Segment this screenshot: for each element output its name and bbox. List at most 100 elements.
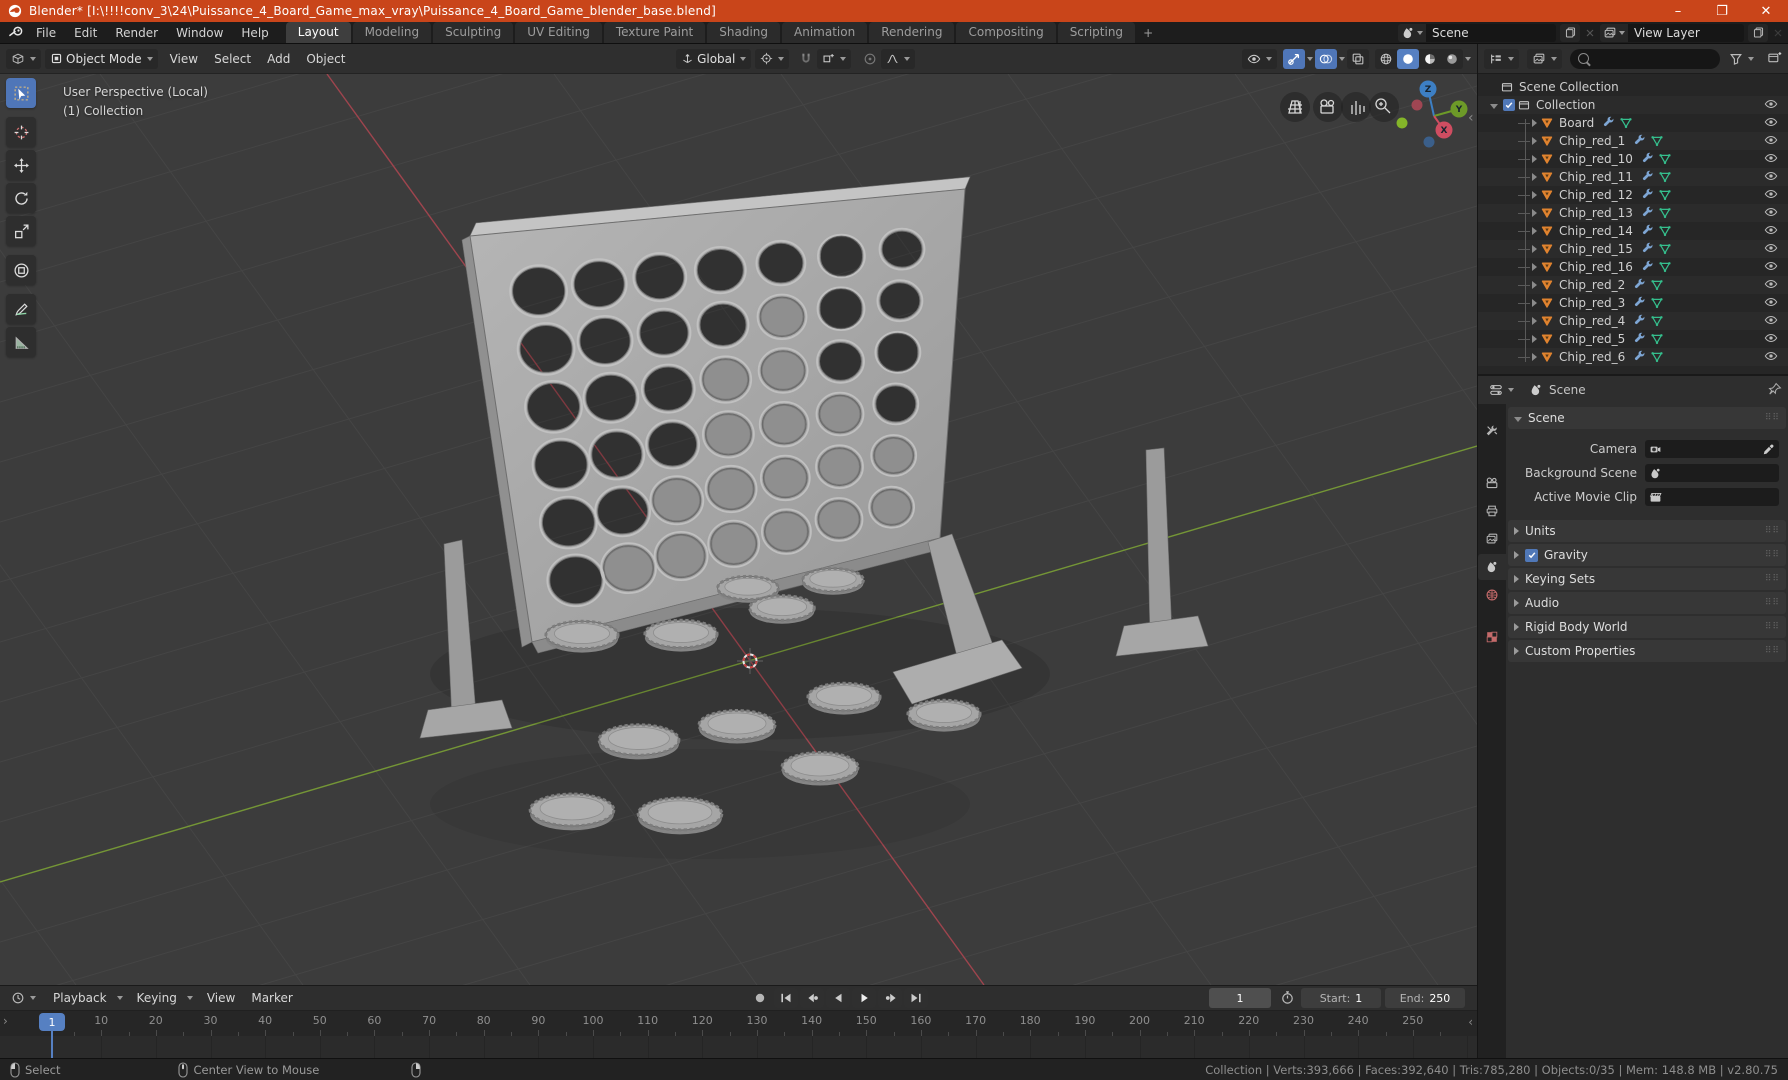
viewport-menu-view[interactable]: View — [162, 52, 206, 66]
expand-icon[interactable] — [1532, 263, 1537, 271]
pin-icon[interactable] — [1768, 382, 1782, 399]
record-button[interactable] — [748, 988, 772, 1008]
show-gizmo-toggle[interactable] — [1283, 48, 1305, 69]
menu-edit[interactable]: Edit — [65, 22, 106, 43]
tab-layout[interactable]: Layout — [285, 22, 351, 43]
scene-name-field[interactable]: Scene — [1426, 23, 1556, 42]
gravity-checkbox[interactable] — [1525, 548, 1538, 562]
shading-rendered-button[interactable] — [1441, 49, 1463, 69]
hide-toggle-eye-icon[interactable] — [1764, 241, 1778, 255]
tab-texture-paint[interactable]: Texture Paint — [603, 22, 706, 43]
hide-toggle-eye-icon[interactable] — [1764, 223, 1778, 237]
properties-editor-type-button[interactable] — [1484, 380, 1519, 400]
current-frame-field[interactable]: 1 — [1209, 988, 1271, 1008]
hide-toggle-eye-icon[interactable] — [1764, 205, 1778, 219]
menu-file[interactable]: File — [27, 22, 65, 43]
maximize-button[interactable]: ❐ — [1700, 0, 1744, 22]
tab-sculpting[interactable]: Sculpting — [433, 22, 514, 43]
timeline-menu-marker[interactable]: Marker — [243, 991, 300, 1005]
collection-checkbox[interactable] — [1503, 99, 1515, 111]
texture-tab[interactable] — [1478, 624, 1506, 650]
shading-solid-button[interactable] — [1397, 48, 1419, 69]
xray-toggle[interactable] — [1347, 48, 1369, 69]
render-tab[interactable] — [1478, 470, 1506, 496]
tool-rotate-button[interactable] — [6, 183, 36, 213]
playhead[interactable]: 1 — [39, 1013, 65, 1031]
expand-icon[interactable] — [1532, 191, 1537, 199]
editor-type-button[interactable] — [6, 48, 41, 69]
output-tab[interactable] — [1478, 498, 1506, 524]
tool-tab[interactable] — [1478, 418, 1506, 444]
hide-toggle-eye-icon[interactable] — [1764, 331, 1778, 345]
outliner-search-input[interactable] — [1570, 48, 1720, 69]
tab-scripting[interactable]: Scripting — [1057, 22, 1136, 43]
section-units[interactable]: Units ⠿⠿ — [1508, 520, 1786, 542]
play-button[interactable] — [852, 988, 876, 1008]
expand-icon[interactable] — [1532, 137, 1537, 145]
blender-menu-icon[interactable] — [0, 22, 27, 43]
view-layer-name-field[interactable]: View Layer — [1628, 23, 1744, 42]
viewport-3d[interactable]: Object Mode View Select Add Object Global — [0, 44, 1477, 985]
outliner-row-scene-collection[interactable]: Scene Collection — [1478, 78, 1788, 96]
tool-annotate-button[interactable] — [6, 294, 36, 324]
expand-icon[interactable] — [1532, 335, 1537, 343]
outliner-filter-dropdown[interactable] — [1527, 48, 1562, 69]
eyedropper-icon[interactable] — [1762, 443, 1775, 456]
outliner-funnel-dropdown[interactable] — [1724, 49, 1759, 69]
tab-animation[interactable]: Animation — [782, 22, 868, 43]
expand-icon[interactable] — [1532, 209, 1537, 217]
frame-start-field[interactable]: Start: 1 — [1301, 988, 1381, 1008]
tab-compositing[interactable]: Compositing — [956, 22, 1056, 43]
close-button[interactable]: ✕ — [1744, 0, 1788, 22]
tool-move-button[interactable] — [6, 150, 36, 180]
viewport-menu-add[interactable]: Add — [259, 52, 298, 66]
axis-neg-y-ball[interactable] — [1396, 117, 1408, 129]
view-layer-tab[interactable] — [1478, 526, 1506, 552]
tab-rendering[interactable]: Rendering — [869, 22, 955, 43]
section-keying-sets[interactable]: Keying Sets ⠿⠿ — [1508, 568, 1786, 590]
hide-toggle-eye-icon[interactable] — [1764, 133, 1778, 147]
section-rigid-body-world[interactable]: Rigid Body World ⠿⠿ — [1508, 616, 1786, 638]
frame-end-field[interactable]: End: 250 — [1385, 988, 1465, 1008]
falloff-dropdown[interactable] — [881, 48, 916, 69]
timeline-menu-view[interactable]: View — [199, 991, 243, 1005]
prev-keyframe-button[interactable] — [800, 988, 824, 1008]
timeline-expand-icon[interactable]: › — [3, 1014, 8, 1028]
shading-wireframe-button[interactable] — [1375, 49, 1397, 69]
remove-view-layer-icon[interactable] — [1772, 27, 1784, 39]
expand-icon[interactable] — [1532, 299, 1537, 307]
ruler-collapse-icon[interactable]: ‹ — [1468, 1015, 1473, 1029]
timeline-editor-type-button[interactable] — [6, 988, 41, 1008]
field-active-movie-clip[interactable] — [1645, 488, 1779, 506]
timeline-menu-keying[interactable]: Keying — [129, 991, 185, 1005]
viewport-menu-object[interactable]: Object — [298, 52, 353, 66]
view-layer-selector[interactable]: View Layer — [1600, 23, 1744, 42]
new-scene-button[interactable] — [1560, 23, 1580, 42]
transform-orientation-dropdown[interactable]: Global — [676, 48, 752, 69]
expand-icon[interactable] — [1532, 173, 1537, 181]
hide-toggle-eye-icon[interactable] — [1764, 169, 1778, 183]
nav-zoom-button[interactable] — [1369, 92, 1399, 122]
timeline-menu-playback[interactable]: Playback — [45, 991, 115, 1005]
unlink-scene-icon[interactable] — [1584, 27, 1596, 39]
viewport-menu-select[interactable]: Select — [206, 52, 259, 66]
play-reverse-button[interactable] — [826, 988, 850, 1008]
scene-tab[interactable] — [1478, 554, 1506, 580]
world-tab[interactable] — [1478, 582, 1506, 608]
section-custom-properties[interactable]: Custom Properties ⠿⠿ — [1508, 640, 1786, 662]
tool-scale-button[interactable] — [6, 216, 36, 246]
section-scene[interactable]: Scene ⠿⠿ — [1508, 407, 1786, 429]
section-gravity[interactable]: Gravity ⠿⠿ — [1508, 544, 1786, 566]
expand-icon[interactable] — [1532, 155, 1537, 163]
expand-icon[interactable] — [1532, 353, 1537, 361]
proportional-edit-toggle[interactable] — [859, 49, 881, 69]
new-view-layer-button[interactable] — [1748, 23, 1768, 42]
field-camera[interactable] — [1645, 440, 1779, 458]
hide-toggle-eye-icon[interactable] — [1764, 115, 1778, 129]
next-keyframe-button[interactable] — [878, 988, 902, 1008]
outliner-row-collection[interactable]: Collection — [1478, 96, 1788, 114]
minimize-button[interactable]: – — [1656, 0, 1700, 22]
menu-window[interactable]: Window — [167, 22, 232, 43]
hide-toggle-eye-icon[interactable] — [1764, 97, 1778, 111]
tool-measure-button[interactable] — [6, 327, 36, 357]
